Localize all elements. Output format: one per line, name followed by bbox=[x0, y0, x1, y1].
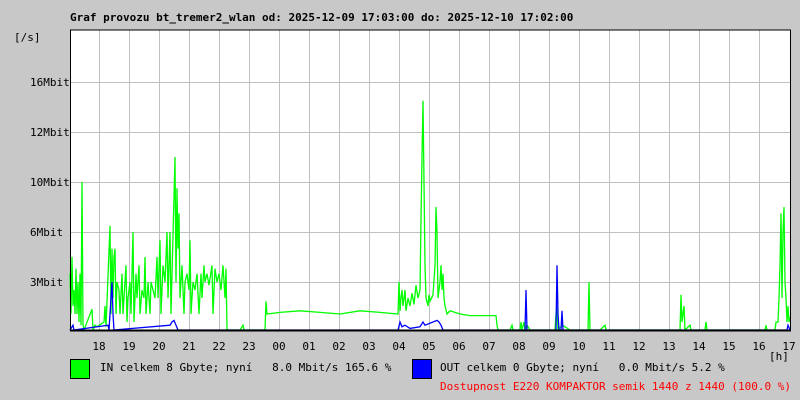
in-legend-swatch bbox=[70, 359, 90, 379]
x-tick-label: 16 bbox=[752, 340, 765, 353]
x-tick-label: 13 bbox=[662, 340, 675, 353]
x-tick-label: 14 bbox=[692, 340, 706, 353]
plot-area bbox=[70, 30, 791, 330]
out-legend-swatch bbox=[412, 359, 432, 379]
x-tick-label: 06 bbox=[452, 340, 465, 353]
y-tick-label: 6Mbit bbox=[30, 226, 63, 239]
x-tick-label: 22 bbox=[212, 340, 225, 353]
x-tick-label: 19 bbox=[122, 340, 135, 353]
x-tick-label: 21 bbox=[182, 340, 195, 353]
y-tick-label: 12Mbit bbox=[30, 126, 70, 139]
x-tick-label: 23 bbox=[242, 340, 255, 353]
in-legend-label: IN celkem 8 Gbyte; nyní 8.0 Mbit/s 165.6… bbox=[100, 361, 392, 374]
y-tick-label: 3Mbit bbox=[30, 276, 63, 289]
x-tick-label: 15 bbox=[722, 340, 735, 353]
x-axis-unit: [h] bbox=[769, 350, 789, 363]
x-tick-label: 12 bbox=[632, 340, 645, 353]
x-tick-label: 01 bbox=[302, 340, 315, 353]
x-tick-label: 18 bbox=[92, 340, 105, 353]
x-tick-label: 03 bbox=[362, 340, 375, 353]
availability-text: Dostupnost E220 KOMPAKTOR semik 1440 z 1… bbox=[440, 380, 791, 393]
x-tick-label: 20 bbox=[152, 340, 165, 353]
x-tick-label: 08 bbox=[512, 340, 525, 353]
x-tick-label: 00 bbox=[272, 340, 285, 353]
y-tick-label: 16Mbit bbox=[30, 76, 70, 89]
out-legend-label: OUT celkem 0 Gbyte; nyní 0.0 Mbit/s 5.2 … bbox=[440, 361, 725, 374]
x-tick-label: 10 bbox=[572, 340, 585, 353]
x-tick-label: 09 bbox=[542, 340, 555, 353]
x-tick-label: 11 bbox=[602, 340, 615, 353]
x-tick-label: 04 bbox=[392, 340, 406, 353]
x-tick-label: 05 bbox=[422, 340, 435, 353]
traffic-chart: 18 19 20 21 22 23 00 01 02 03 04 05 06 07 08 09 10 11 12 13… bbox=[30, 29, 796, 353]
x-tick-label: 07 bbox=[482, 340, 495, 353]
y-tick-label: 10Mbit bbox=[30, 176, 70, 189]
x-tick-label: 02 bbox=[332, 340, 345, 353]
